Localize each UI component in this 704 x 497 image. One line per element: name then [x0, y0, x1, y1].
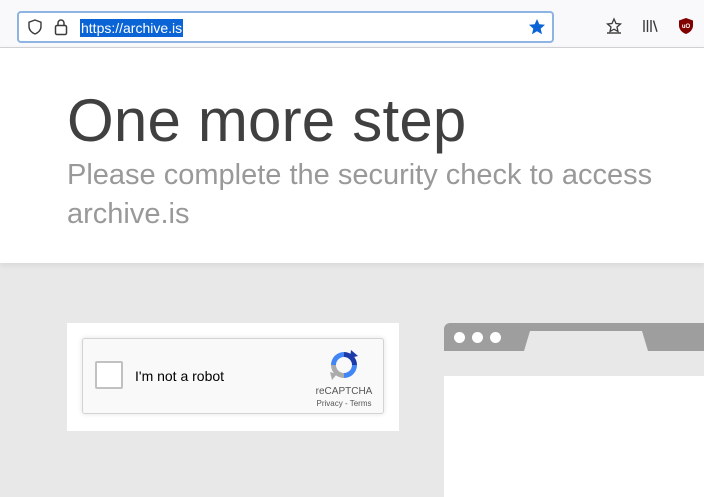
robot-checkbox[interactable]	[95, 361, 123, 389]
links-separator: -	[342, 399, 350, 408]
star-icon[interactable]	[528, 18, 546, 36]
browser-toolbar: https://archive.is uO	[0, 0, 704, 48]
url-text[interactable]: https://archive.is	[80, 19, 184, 37]
library-icon[interactable]	[641, 17, 659, 35]
window-dot-icon	[490, 332, 501, 343]
recaptcha-logo-icon	[330, 350, 358, 380]
shield-icon[interactable]	[27, 19, 43, 35]
window-dot-icon	[472, 332, 483, 343]
pocket-icon[interactable]	[605, 17, 623, 35]
captcha-card: I'm not a robot reCAPTCHA Privacy - Term…	[67, 323, 399, 431]
recaptcha-brand: reCAPTCHA	[315, 386, 373, 397]
browser-window-illustration	[444, 323, 704, 497]
robot-label: I'm not a robot	[135, 368, 225, 384]
page-title: One more step	[67, 87, 467, 154]
illustration-title-bar	[444, 323, 704, 351]
recaptcha-links: Privacy - Terms	[305, 399, 383, 409]
recaptcha-widget: I'm not a robot reCAPTCHA Privacy - Term…	[82, 338, 384, 414]
window-dot-icon	[454, 332, 465, 343]
ublock-origin-icon[interactable]: uO	[677, 17, 695, 35]
illustration-toolbar-strip	[444, 351, 704, 376]
lock-icon[interactable]	[54, 18, 68, 36]
address-bar[interactable]: https://archive.is	[17, 11, 554, 43]
illustration-content	[444, 376, 704, 497]
privacy-link[interactable]: Privacy	[317, 399, 343, 408]
page-header: One more step Please complete the securi…	[0, 48, 704, 263]
page-subtitle: Please complete the security check to ac…	[67, 159, 653, 230]
terms-link[interactable]: Terms	[350, 399, 372, 408]
illustration-tab	[524, 331, 648, 351]
svg-text:uO: uO	[682, 24, 691, 30]
